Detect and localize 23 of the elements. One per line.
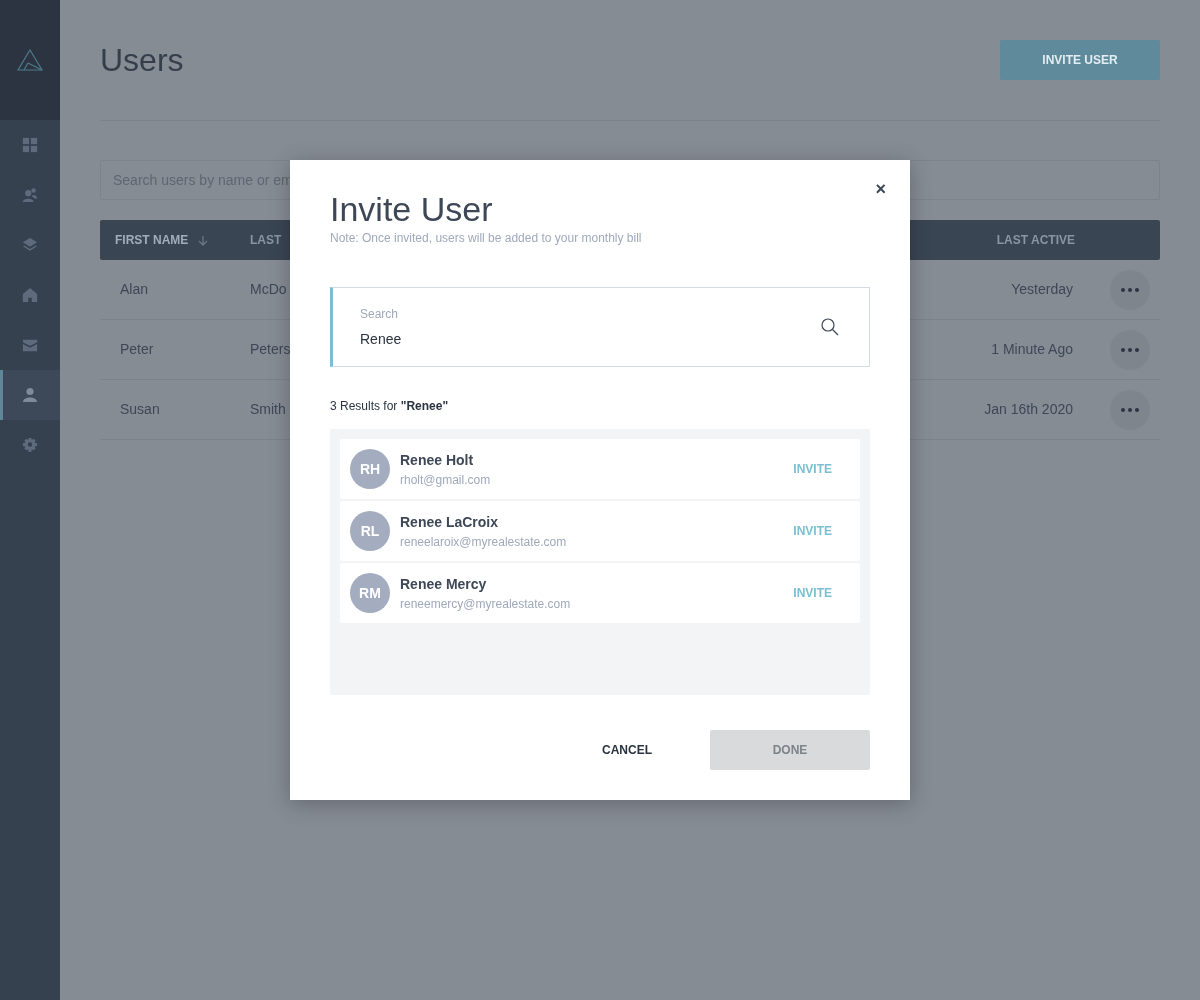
results-summary: 3 Results for "Renee" [330, 398, 450, 416]
dialog-note: Note: Once invited, users will be added to your monthly bill [330, 230, 643, 248]
user-name: Renee Mercy [400, 574, 488, 594]
table-cell: Smith [250, 401, 286, 417]
avatar: RM [350, 573, 390, 614]
user-name: Renee LaCroix [400, 512, 500, 532]
table-cell: Yesterday [1011, 281, 1073, 297]
table-cell: 1 Minute Ago [991, 341, 1073, 357]
table-cell: Jan 16th 2020 [984, 401, 1073, 417]
dialog-title: Invite User [330, 190, 494, 230]
table-cell: Peters [250, 341, 291, 357]
user-email: reneemercy@myrealestate.com [400, 595, 571, 613]
user-email: reneelaroix@myrealestate.com [400, 533, 567, 551]
avatar: RL [350, 511, 390, 552]
page-title: Users [100, 40, 184, 80]
table-cell: McDo [250, 281, 287, 297]
avatar: RH [350, 449, 390, 490]
search-label: Search [360, 305, 400, 323]
table-cell-text: Peter [120, 340, 154, 359]
table-cell-text: Alan [120, 280, 149, 299]
user-name: Renee Holt [400, 450, 475, 470]
user-email: rholt@gmail.com [400, 471, 491, 489]
table-cell-text: Susan [120, 400, 160, 419]
